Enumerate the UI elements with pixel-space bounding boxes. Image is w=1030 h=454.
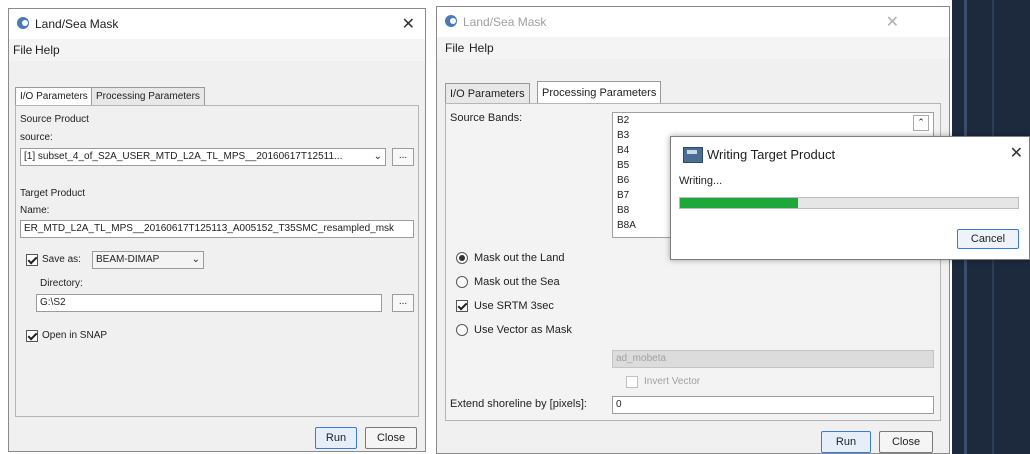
progress-bar-fill [680, 198, 799, 208]
run-button[interactable]: Run [821, 431, 871, 453]
menu-help[interactable]: Help [469, 41, 494, 55]
save-as-label: Save as: [42, 254, 81, 265]
save-as-checkbox[interactable] [26, 254, 38, 266]
left-title-bar[interactable]: Land/Sea Mask ✕ [9, 9, 425, 39]
band-item[interactable]: B2 [617, 115, 629, 126]
app-icon [17, 17, 29, 29]
band-item[interactable]: B5 [617, 160, 629, 171]
chevron-down-icon: ⌄ [373, 151, 382, 162]
target-name-input[interactable]: ER_MTD_L2A_TL_MPS__20160617T125113_A0051… [20, 220, 414, 238]
open-in-snap-label: Open in SNAP [42, 330, 108, 341]
format-value: BEAM-DIMAP [96, 254, 160, 265]
format-select[interactable]: BEAM-DIMAP ⌄ [92, 251, 204, 269]
dialog-title: Writing Target Product [707, 147, 836, 162]
band-item[interactable]: B8 [617, 205, 629, 216]
close-button[interactable]: Close [879, 431, 933, 453]
chevron-down-icon: ⌄ [191, 254, 200, 265]
tab-processing-parameters[interactable]: Processing Parameters [91, 87, 205, 105]
right-window-title: Land/Sea Mask [463, 15, 547, 29]
left-menu-bar: File Help [9, 39, 425, 61]
scroll-up-icon[interactable]: ⌃ [913, 115, 929, 131]
source-bands-label: Source Bands: [450, 112, 523, 124]
mask-sea-label: Mask out the Sea [474, 276, 560, 288]
directory-label: Directory: [40, 278, 83, 289]
use-srtm-label: Use SRTM 3sec [474, 300, 554, 312]
mask-land-label: Mask out the Land [474, 252, 565, 264]
mask-land-radio[interactable] [456, 252, 468, 264]
right-menu-bar: File Help [437, 37, 949, 59]
tab-processing-parameters[interactable]: Processing Parameters [537, 81, 662, 103]
cancel-button[interactable]: Cancel [957, 229, 1019, 249]
menu-file[interactable]: File [13, 43, 32, 57]
writing-progress-dialog: Writing Target Product ✕ Writing... Canc… [670, 136, 1030, 260]
menu-file[interactable]: File [445, 41, 464, 55]
close-icon[interactable]: ✕ [402, 14, 415, 34]
app-icon [445, 15, 457, 27]
vector-select: ad_mobeta [612, 350, 934, 368]
run-button[interactable]: Run [315, 427, 357, 449]
use-vector-label: Use Vector as Mask [474, 324, 572, 336]
directory-browse-button[interactable]: ... [392, 294, 414, 312]
source-product-label: Source Product [20, 114, 89, 125]
menu-help[interactable]: Help [35, 43, 60, 57]
left-window: Land/Sea Mask ✕ File Help I/O Parameters… [8, 8, 426, 452]
source-product-select[interactable]: [1] subset_4_of_S2A_USER_MTD_L2A_TL_MPS_… [20, 148, 386, 166]
progress-bar [679, 197, 1019, 209]
band-item[interactable]: B8A [617, 220, 636, 231]
use-vector-radio[interactable] [456, 324, 468, 336]
use-srtm-checkbox[interactable] [456, 300, 468, 312]
source-browse-button[interactable]: ... [392, 148, 414, 166]
band-item[interactable]: B3 [617, 130, 629, 141]
tab-io-parameters[interactable]: I/O Parameters [445, 83, 530, 103]
open-in-snap-checkbox[interactable] [26, 330, 38, 342]
band-item[interactable]: B6 [617, 175, 629, 186]
writing-status: Writing... [679, 175, 723, 187]
invert-vector-label: Invert Vector [644, 376, 701, 387]
io-parameters-panel: Source Product source: [1] subset_4_of_S… [15, 105, 419, 417]
extend-shoreline-input[interactable]: 0 [612, 396, 934, 414]
band-item[interactable]: B4 [617, 145, 629, 156]
directory-input[interactable]: G:\S2 [36, 294, 382, 312]
close-icon[interactable]: ✕ [886, 12, 899, 32]
name-label: Name: [20, 205, 50, 216]
close-icon[interactable]: ✕ [1010, 143, 1023, 163]
close-button[interactable]: Close [365, 427, 417, 449]
disk-icon [683, 147, 703, 163]
left-window-title: Land/Sea Mask [35, 17, 119, 31]
tab-io-parameters[interactable]: I/O Parameters [15, 87, 93, 105]
invert-vector-checkbox [626, 376, 638, 388]
source-product-value: [1] subset_4_of_S2A_USER_MTD_L2A_TL_MPS_… [24, 151, 343, 162]
target-product-label: Target Product [20, 188, 86, 199]
extend-shoreline-label: Extend shoreline by [pixels]: [450, 398, 587, 410]
mask-sea-radio[interactable] [456, 276, 468, 288]
band-item[interactable]: B7 [617, 190, 629, 201]
right-title-bar[interactable]: Land/Sea Mask ✕ [437, 7, 949, 37]
source-label: source: [20, 132, 53, 143]
